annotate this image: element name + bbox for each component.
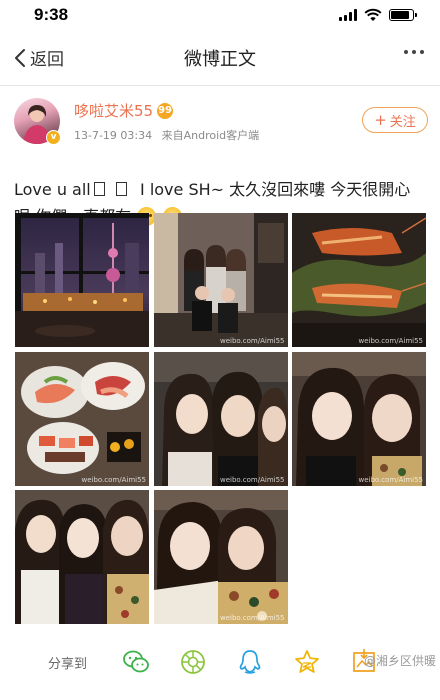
wifi-icon	[364, 8, 382, 21]
share-label: 分享到	[48, 656, 88, 672]
level-badge-icon: 99	[157, 102, 174, 119]
post-header: v 哆啦艾米55 99 13-7-19 03:34 来自Android客户端 +…	[0, 86, 440, 148]
signal-icon	[339, 9, 357, 21]
plus-icon: +	[374, 110, 387, 129]
qzone-icon[interactable]	[293, 648, 321, 676]
photo-three-girls[interactable]	[15, 490, 149, 624]
share-bar: 分享到 @湘乡区供暖	[0, 640, 440, 684]
photo-selfie-three[interactable]: weibo.com/Aimi55	[153, 351, 288, 486]
moments-icon[interactable]	[179, 648, 207, 676]
avatar[interactable]: v	[14, 98, 61, 145]
post-meta: 13-7-19 03:34 来自Android客户端	[74, 127, 259, 143]
post-source: 来自Android客户端	[161, 129, 260, 142]
back-label: 返回	[30, 50, 64, 70]
share-icons	[122, 648, 378, 676]
user-meta: 哆啦艾米55 99 13-7-19 03:34 来自Android客户端	[74, 98, 259, 148]
photo-watermark: weibo.com/Aimi55	[81, 475, 146, 484]
page-title: 微博正文	[184, 48, 256, 70]
source-watermark: @湘乡区供暖	[363, 654, 436, 668]
photo-watermark: weibo.com/Aimi55	[358, 475, 423, 484]
post-text-part1: Love u all	[14, 180, 91, 199]
photo-hug-two[interactable]: weibo.com/Aimi55	[153, 490, 288, 624]
status-icons	[339, 8, 417, 22]
chevron-left-icon	[15, 48, 25, 67]
photo-group-room[interactable]: weibo.com/Aimi55	[153, 213, 288, 347]
photo-lobster[interactable]: weibo.com/Aimi55	[292, 213, 426, 347]
battery-icon	[389, 9, 417, 21]
verified-badge-icon: v	[46, 130, 61, 145]
qq-icon[interactable]	[236, 648, 264, 676]
photo-watermark: weibo.com/Aimi55	[358, 337, 423, 345]
photo-selfie-two[interactable]: weibo.com/Aimi55	[292, 351, 426, 486]
more-dot-icon	[420, 50, 424, 54]
user-name-row: 哆啦艾米55 99	[74, 100, 259, 121]
more-dot-icon	[404, 50, 408, 54]
photo-grid: weibo.com/Aimi55 weibo.com/Aimi55 weibo.…	[15, 213, 426, 624]
follow-label: 关注	[389, 114, 416, 130]
photo-sashimi[interactable]: weibo.com/Aimi55	[15, 351, 149, 486]
status-time: 9:38	[34, 5, 69, 24]
photo-watermark: weibo.com/Aimi55	[219, 475, 285, 484]
post-time: 13-7-19 03:34	[74, 129, 153, 142]
more-dot-icon	[412, 50, 416, 54]
status-bar: 9:38	[0, 0, 440, 30]
follow-button[interactable]: + 关注	[362, 107, 428, 133]
photo-watermark: weibo.com/Aimi55	[219, 337, 285, 345]
missing-glyph-icon	[115, 182, 127, 196]
more-button[interactable]	[404, 50, 424, 54]
nav-bar: 返回 微博正文	[0, 30, 440, 86]
back-button[interactable]: 返回	[0, 45, 64, 70]
photo-watermark: weibo.com/Aimi55	[219, 614, 285, 622]
missing-glyph-icon	[93, 182, 105, 196]
wechat-icon[interactable]	[122, 648, 150, 676]
photo-city-night[interactable]	[15, 213, 149, 347]
user-name[interactable]: 哆啦艾米55	[74, 100, 153, 121]
